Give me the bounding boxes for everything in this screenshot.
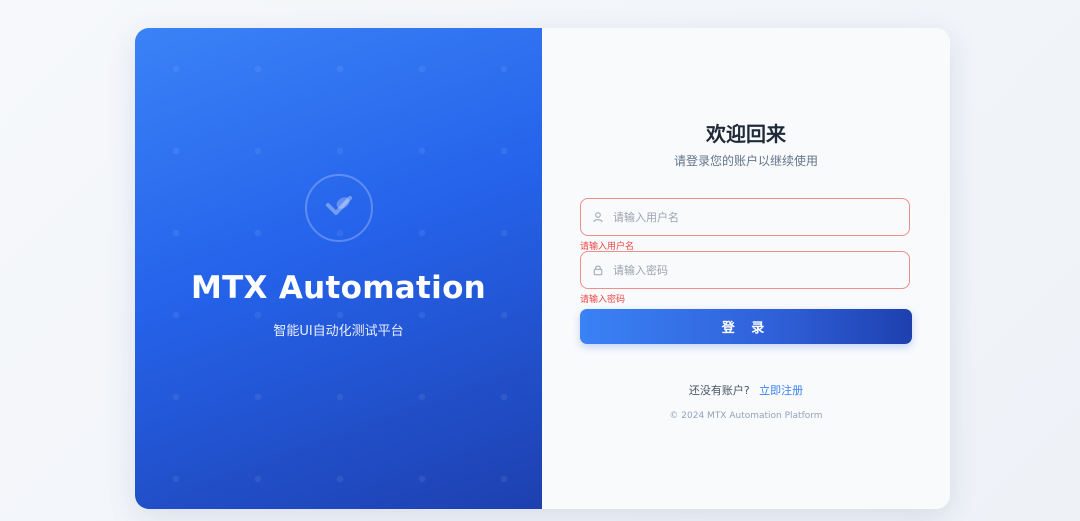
hero-panel: MTX Automation 智能UI自动化测试平台 <box>135 28 542 509</box>
username-field[interactable] <box>580 198 910 236</box>
hero-dot-pattern <box>135 28 542 509</box>
user-icon <box>591 210 605 224</box>
login-form-panel: 欢迎回来 请登录您的账户以继续使用 请输入用户名 请输入密码 登 录 <box>542 28 950 509</box>
login-button[interactable]: 登 录 <box>580 309 912 344</box>
password-input[interactable] <box>611 262 895 278</box>
username-input[interactable] <box>611 209 895 225</box>
register-row: 还没有账户? 立即注册 <box>542 382 950 398</box>
hero-subtitle: 智能UI自动化测试平台 <box>273 324 404 339</box>
lock-icon <box>591 263 605 277</box>
hero-logo <box>305 174 373 242</box>
welcome-subtitle: 请登录您的账户以继续使用 <box>673 154 818 168</box>
login-card: MTX Automation 智能UI自动化测试平台 欢迎回来 请登录您的账户以… <box>135 28 950 509</box>
hero-title: MTX Automation <box>190 270 487 306</box>
password-field[interactable] <box>580 251 910 289</box>
copyright-text: © 2024 MTX Automation Platform <box>669 411 823 421</box>
password-error: 请输入密码 <box>580 295 626 305</box>
check-hand-icon <box>321 188 357 228</box>
register-link[interactable]: 立即注册 <box>759 384 803 397</box>
welcome-title: 欢迎回来 <box>706 122 786 146</box>
register-prompt: 还没有账户? <box>688 384 750 397</box>
